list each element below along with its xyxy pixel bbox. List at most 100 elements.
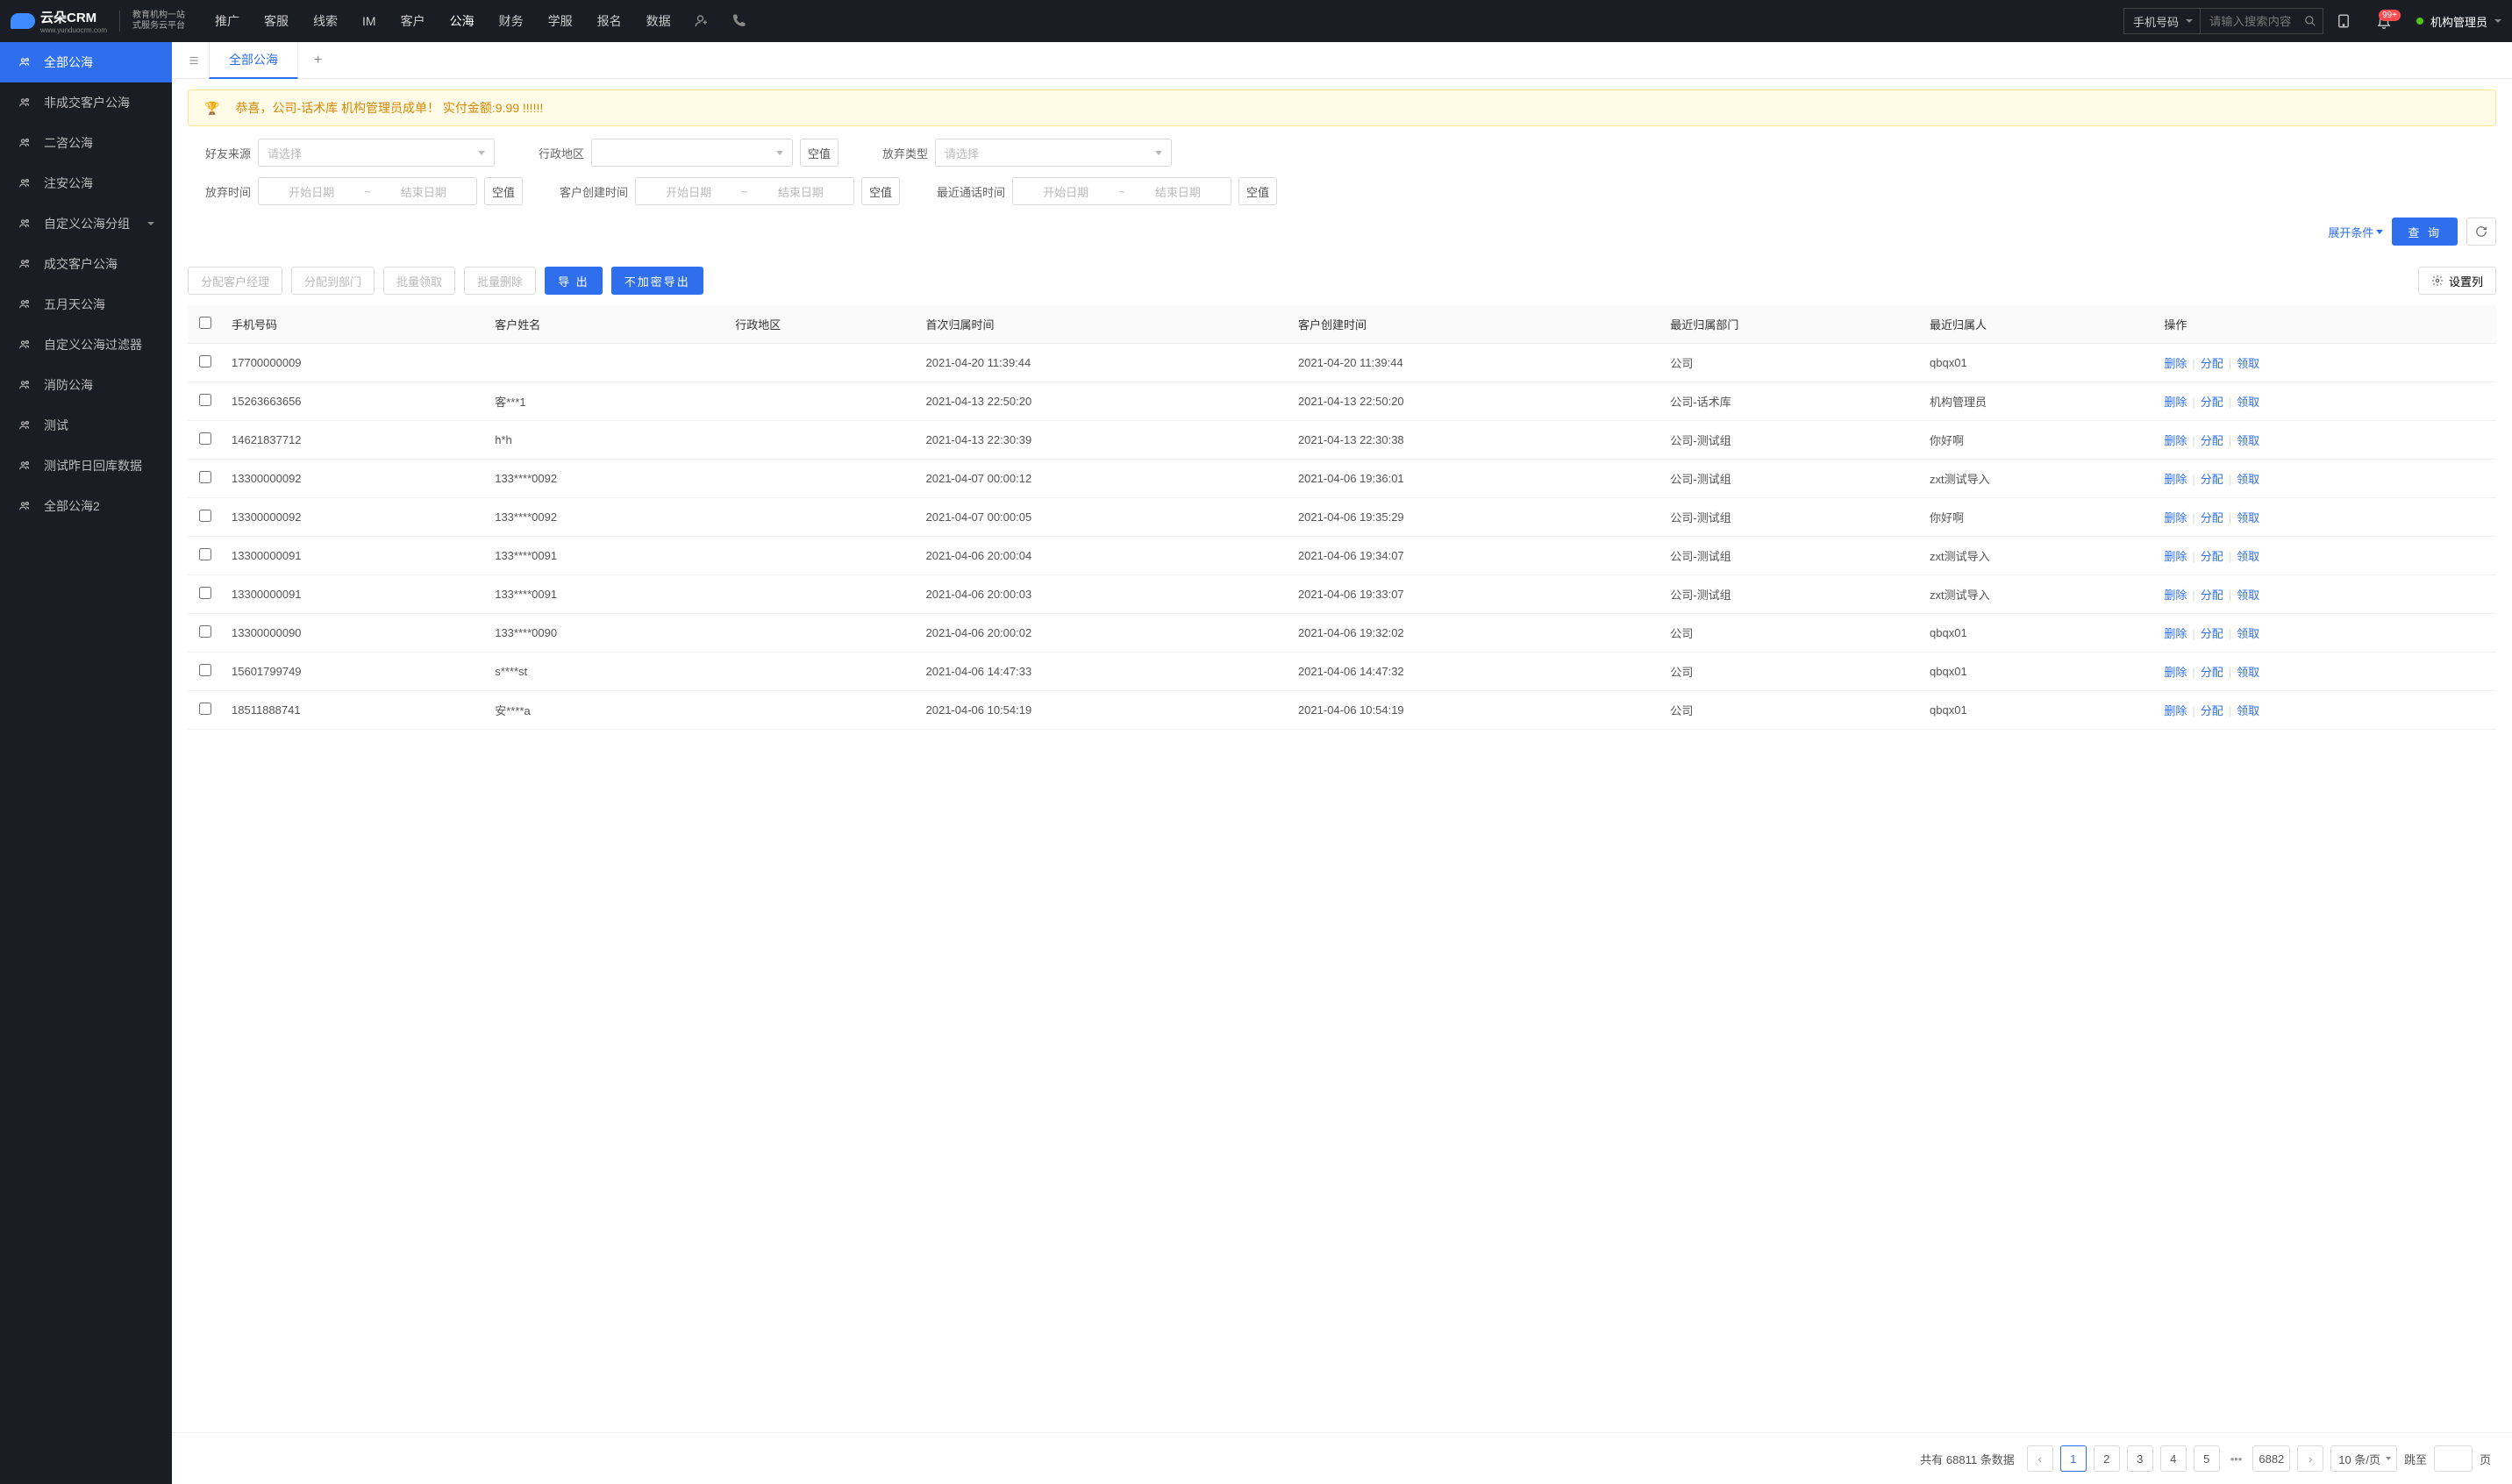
claim-link[interactable]: 领取 xyxy=(2237,473,2259,486)
assign-link[interactable]: 分配 xyxy=(2201,511,2223,524)
expand-filters-link[interactable]: 展开条件 xyxy=(2328,224,2383,240)
abandon-time-null-button[interactable]: 空值 xyxy=(484,177,523,205)
tablet-icon[interactable] xyxy=(2323,13,2364,29)
sidebar-item[interactable]: 二咨公海 xyxy=(0,123,172,163)
row-checkbox[interactable] xyxy=(199,703,211,715)
sidebar-item[interactable]: 自定义公海过滤器 xyxy=(0,325,172,365)
claim-link[interactable]: 领取 xyxy=(2237,589,2259,602)
delete-link[interactable]: 删除 xyxy=(2164,511,2187,524)
nav-item[interactable]: 数据 xyxy=(634,0,683,42)
page-number-button[interactable]: 2 xyxy=(2094,1445,2120,1472)
page-number-button[interactable]: 5 xyxy=(2194,1445,2220,1472)
tab-add-button[interactable]: + xyxy=(298,53,338,68)
sidebar-item[interactable]: 非成交客户公海 xyxy=(0,82,172,123)
refresh-button[interactable] xyxy=(2466,218,2496,246)
row-checkbox[interactable] xyxy=(199,664,211,676)
next-page-button[interactable]: › xyxy=(2297,1445,2323,1472)
nav-item[interactable]: 财务 xyxy=(487,0,536,42)
query-button[interactable]: 查 询 xyxy=(2392,218,2458,246)
nav-item[interactable]: 推广 xyxy=(203,0,252,42)
claim-link[interactable]: 领取 xyxy=(2237,550,2259,563)
user-menu[interactable]: 机构管理员 xyxy=(2416,13,2501,30)
row-checkbox[interactable] xyxy=(199,510,211,522)
claim-link[interactable]: 领取 xyxy=(2237,627,2259,640)
claim-link[interactable]: 领取 xyxy=(2237,511,2259,524)
add-user-icon[interactable] xyxy=(683,0,720,42)
tab-all-sea[interactable]: 全部公海 xyxy=(209,42,298,79)
claim-link[interactable]: 领取 xyxy=(2237,357,2259,370)
row-checkbox[interactable] xyxy=(199,587,211,599)
assign-link[interactable]: 分配 xyxy=(2201,396,2223,409)
claim-link[interactable]: 领取 xyxy=(2237,666,2259,679)
page-number-button[interactable]: 1 xyxy=(2060,1445,2087,1472)
delete-link[interactable]: 删除 xyxy=(2164,473,2187,486)
delete-link[interactable]: 删除 xyxy=(2164,589,2187,602)
create-time-range[interactable]: 开始日期~结束日期 xyxy=(635,177,854,205)
delete-link[interactable]: 删除 xyxy=(2164,357,2187,370)
last-page-button[interactable]: 6882 xyxy=(2252,1445,2290,1472)
delete-link[interactable]: 删除 xyxy=(2164,396,2187,409)
row-checkbox[interactable] xyxy=(199,471,211,483)
assign-link[interactable]: 分配 xyxy=(2201,434,2223,447)
abandon-time-range[interactable]: 开始日期~结束日期 xyxy=(258,177,477,205)
row-checkbox[interactable] xyxy=(199,548,211,560)
tab-list-toggle-icon[interactable] xyxy=(179,54,209,67)
assign-link[interactable]: 分配 xyxy=(2201,666,2223,679)
sidebar-item[interactable]: 全部公海2 xyxy=(0,486,172,526)
sidebar-item[interactable]: 注安公海 xyxy=(0,163,172,203)
logo[interactable]: 云朵CRM www.yunduocrm.com 教育机构一站 式服务云平台 xyxy=(11,8,185,34)
delete-link[interactable]: 删除 xyxy=(2164,550,2187,563)
assign-link[interactable]: 分配 xyxy=(2201,357,2223,370)
row-checkbox[interactable] xyxy=(199,394,211,406)
sidebar-item[interactable]: 测试 xyxy=(0,405,172,446)
delete-link[interactable]: 删除 xyxy=(2164,627,2187,640)
nav-item[interactable]: 客服 xyxy=(252,0,301,42)
region-select[interactable] xyxy=(591,139,793,167)
nav-item[interactable]: 学服 xyxy=(536,0,585,42)
export-button[interactable]: 导 出 xyxy=(545,267,603,295)
sidebar-item[interactable]: 五月天公海 xyxy=(0,284,172,325)
row-checkbox[interactable] xyxy=(199,432,211,445)
sidebar-item[interactable]: 测试昨日回库数据 xyxy=(0,446,172,486)
create-time-null-button[interactable]: 空值 xyxy=(861,177,900,205)
sidebar-item[interactable]: 全部公海 xyxy=(0,42,172,82)
last-call-time-range[interactable]: 开始日期~结束日期 xyxy=(1012,177,1231,205)
assign-link[interactable]: 分配 xyxy=(2201,550,2223,563)
assign-manager-button[interactable]: 分配客户经理 xyxy=(188,267,282,295)
set-columns-button[interactable]: 设置列 xyxy=(2418,267,2496,295)
last-call-null-button[interactable]: 空值 xyxy=(1238,177,1277,205)
batch-delete-button[interactable]: 批量删除 xyxy=(464,267,536,295)
assign-link[interactable]: 分配 xyxy=(2201,473,2223,486)
sidebar-item[interactable]: 成交客户公海 xyxy=(0,244,172,284)
abandon-type-select[interactable]: 请选择 xyxy=(935,139,1172,167)
batch-claim-button[interactable]: 批量领取 xyxy=(383,267,455,295)
jump-page-input[interactable] xyxy=(2434,1445,2473,1472)
notification-icon[interactable]: 99+ xyxy=(2364,13,2404,29)
export-plain-button[interactable]: 不加密导出 xyxy=(611,267,703,295)
region-null-button[interactable]: 空值 xyxy=(800,139,839,167)
delete-link[interactable]: 删除 xyxy=(2164,704,2187,717)
nav-item[interactable]: 报名 xyxy=(585,0,634,42)
sidebar-item[interactable]: 消防公海 xyxy=(0,365,172,405)
search-icon[interactable] xyxy=(2304,15,2316,27)
select-all-checkbox[interactable] xyxy=(199,317,211,329)
row-checkbox[interactable] xyxy=(199,355,211,367)
page-number-button[interactable]: 4 xyxy=(2160,1445,2187,1472)
phone-icon[interactable] xyxy=(720,0,757,42)
claim-link[interactable]: 领取 xyxy=(2237,434,2259,447)
page-size-select[interactable]: 10 条/页 xyxy=(2330,1445,2397,1472)
assign-link[interactable]: 分配 xyxy=(2201,589,2223,602)
assign-dept-button[interactable]: 分配到部门 xyxy=(291,267,375,295)
friend-source-select[interactable]: 请选择 xyxy=(258,139,495,167)
page-number-button[interactable]: 3 xyxy=(2127,1445,2153,1472)
nav-item[interactable]: 线索 xyxy=(301,0,350,42)
search-type-select[interactable]: 手机号码 xyxy=(2123,8,2201,34)
delete-link[interactable]: 删除 xyxy=(2164,666,2187,679)
nav-item[interactable]: IM xyxy=(350,0,389,42)
prev-page-button[interactable]: ‹ xyxy=(2027,1445,2053,1472)
sidebar-item[interactable]: 自定义公海分组 xyxy=(0,203,172,244)
assign-link[interactable]: 分配 xyxy=(2201,627,2223,640)
nav-item[interactable]: 客户 xyxy=(389,0,438,42)
claim-link[interactable]: 领取 xyxy=(2237,704,2259,717)
nav-item[interactable]: 公海 xyxy=(438,0,487,42)
